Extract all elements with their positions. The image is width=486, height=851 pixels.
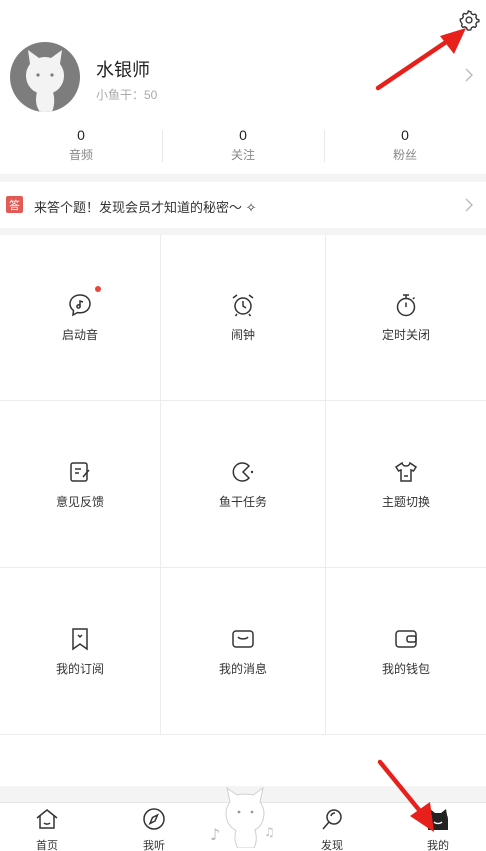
stats-row: 0 音频 0 关注 0 粉丝	[0, 124, 486, 168]
stat-followers[interactable]: 0 粉丝	[324, 124, 486, 168]
notification-dot	[95, 286, 101, 292]
grid-item-label: 闹钟	[230, 328, 255, 342]
wallet-icon	[395, 629, 417, 648]
stat-value: 0	[239, 127, 247, 143]
grid-item-label: 主题切换	[381, 494, 430, 509]
quiz-badge: 答	[6, 196, 23, 213]
tab-label: 我的	[427, 840, 449, 851]
grid-item-label: 我的消息	[218, 661, 267, 676]
settings-button[interactable]	[455, 6, 483, 34]
center-play-button[interactable]: ♪ ♫	[208, 782, 282, 849]
quiz-banner[interactable]: 答 来答个题！发现会员才知道的秘密～ ✧	[0, 182, 486, 228]
stat-label: 粉丝	[392, 148, 417, 162]
avatar[interactable]	[10, 42, 80, 112]
discover-icon	[322, 809, 342, 830]
grid-item-label: 定时关闭	[381, 328, 430, 342]
svg-text:♫: ♫	[264, 825, 275, 839]
stat-value: 0	[401, 127, 409, 143]
stat-value: 0	[77, 127, 85, 143]
tab-label: 首页	[36, 840, 58, 851]
tab-listen[interactable]: 我听	[124, 807, 184, 851]
cat-avatar-icon	[26, 50, 64, 112]
section-divider	[0, 228, 486, 235]
grid-item-label: 我的订阅	[55, 661, 104, 676]
grid-item-wallet[interactable]: 我的钱包	[326, 568, 486, 735]
tab-discover[interactable]: 发现	[302, 807, 362, 851]
tshirt-icon	[394, 461, 418, 482]
grid-item-label: 我的钱包	[381, 661, 430, 676]
grid-item-subscriptions[interactable]: 我的订阅	[0, 568, 161, 735]
profile-header[interactable]: 水银师 小鱼干：50	[0, 36, 486, 116]
alarm-clock-icon	[232, 294, 254, 317]
svg-text:♪: ♪	[210, 825, 220, 844]
grid-item-label: 启动音	[61, 328, 98, 342]
cat-profile-icon	[428, 809, 448, 830]
tab-label: 我听	[143, 840, 165, 851]
message-icon	[232, 629, 254, 648]
feedback-icon	[70, 461, 90, 482]
banner-text: 来答个题！发现会员才知道的秘密～ ✧	[34, 200, 257, 215]
grid-item-fish-tasks[interactable]: 鱼干任务	[161, 401, 326, 568]
tab-label: 发现	[321, 840, 343, 851]
username: 水银师	[96, 60, 150, 80]
grid-item-feedback[interactable]: 意见反馈	[0, 401, 161, 568]
compass-icon	[143, 808, 165, 830]
grid-item-label: 意见反馈	[55, 494, 104, 509]
grid-item-messages[interactable]: 我的消息	[161, 568, 326, 735]
tab-mine[interactable]: 我的	[408, 807, 468, 851]
timer-icon	[396, 294, 416, 317]
stat-label: 关注	[230, 148, 255, 162]
tab-home[interactable]: 首页	[17, 807, 77, 851]
stat-audio[interactable]: 0 音频	[0, 124, 162, 168]
subscription-icon	[72, 627, 88, 650]
cat-mascot-icon: ♪ ♫	[210, 786, 275, 849]
home-icon	[36, 809, 58, 829]
stat-following[interactable]: 0 关注	[162, 124, 324, 168]
grid-item-alarm[interactable]: 闹钟	[161, 235, 326, 401]
grid-item-sleep-timer[interactable]: 定时关闭	[326, 235, 486, 401]
chevron-right-icon	[465, 68, 473, 82]
gear-icon	[459, 9, 480, 31]
section-divider	[0, 174, 486, 182]
stat-label: 音频	[68, 148, 93, 162]
grid-item-startup-sound[interactable]: 启动音	[0, 235, 161, 401]
grid-item-label: 鱼干任务	[218, 494, 267, 509]
chevron-right-icon	[465, 198, 473, 212]
grid-item-theme[interactable]: 主题切换	[326, 401, 486, 568]
music-bubble-icon	[69, 294, 91, 317]
feature-grid: 启动音 闹钟 定时关闭 意见反馈 鱼干任务 主题切换 我的订阅 我的消息 我的钱…	[0, 235, 486, 735]
fish-count: 小鱼干：50	[96, 88, 158, 102]
fish-task-icon	[232, 461, 254, 482]
